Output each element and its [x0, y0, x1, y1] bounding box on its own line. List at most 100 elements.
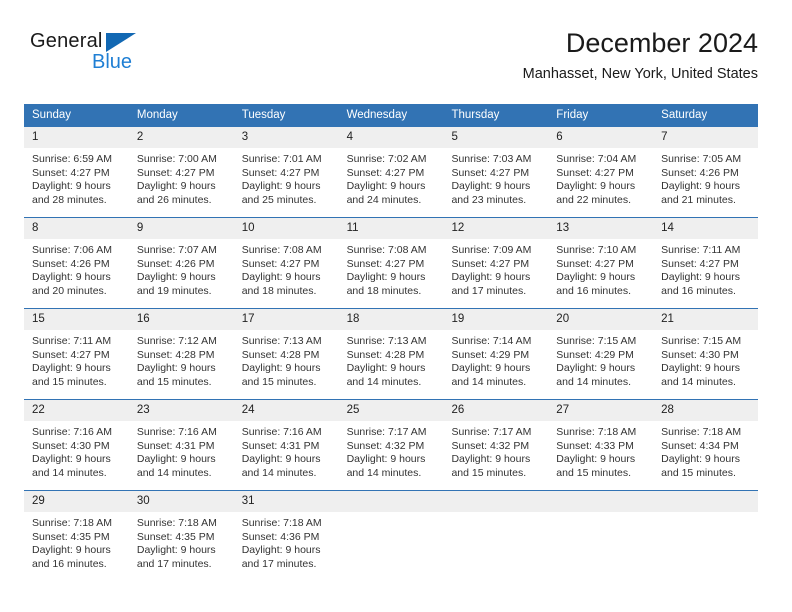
day-sunrise-text: Sunrise: 7:08 AM	[346, 244, 427, 256]
day-cell[interactable]: Sunrise: 7:18 AM Sunset: 4:34 PM Daylight:…	[653, 421, 758, 490]
day-daylight1-text: Daylight: 9 hours	[136, 271, 216, 284]
day-cell[interactable]: Sunrise: 7:18 AM Sunset: 4:35 PM Daylight:…	[129, 512, 234, 581]
day-cell[interactable]: Sunrise: 7:11 AM Sunset: 4:27 PM Daylight:…	[653, 239, 758, 308]
brand-logo[interactable]: General Blue	[30, 30, 230, 86]
day-cell[interactable]: Sunrise: 7:09 AM Sunset: 4:27 PM Daylight:…	[443, 239, 548, 308]
day-daylight2-text: and 16 minutes.	[32, 557, 107, 570]
day-number[interactable]: 23	[129, 400, 234, 421]
day-cell[interactable]: Sunrise: 7:18 AM Sunset: 4:33 PM Daylight:…	[548, 421, 653, 490]
day-number[interactable]: 11	[339, 218, 444, 239]
day-number[interactable]: 4	[339, 127, 444, 148]
day-number[interactable]: 10	[234, 218, 339, 239]
day-number[interactable]: 24	[234, 400, 339, 421]
day-number[interactable]: 19	[443, 309, 548, 330]
day-number[interactable]: 15	[24, 309, 129, 330]
day-daylight1-text: Daylight: 9 hours	[451, 180, 531, 193]
day-number-row: 8 9 10 11 12 13 14	[24, 218, 758, 239]
day-sunrise-text: Sunrise: 7:11 AM	[661, 244, 741, 256]
day-number[interactable]: 12	[443, 218, 548, 239]
day-cell[interactable]: Sunrise: 7:15 AM Sunset: 4:30 PM Daylight:…	[653, 330, 758, 399]
day-cell[interactable]: Sunrise: 7:17 AM Sunset: 4:32 PM Daylight:…	[443, 421, 548, 490]
day-sunrise-text: Sunrise: 7:08 AM	[241, 244, 322, 256]
day-number[interactable]: 2	[129, 127, 234, 148]
day-cell[interactable]: Sunrise: 7:12 AM Sunset: 4:28 PM Daylight:…	[129, 330, 234, 399]
day-number[interactable]: 22	[24, 400, 129, 421]
day-sunset-text: Sunset: 4:26 PM	[136, 257, 215, 270]
day-daylight2-text: and 22 minutes.	[556, 193, 632, 206]
day-sunset-text: Sunset: 4:27 PM	[451, 257, 530, 270]
day-number[interactable]: 8	[24, 218, 129, 239]
day-cell[interactable]: Sunrise: 7:15 AM Sunset: 4:29 PM Daylight:…	[548, 330, 653, 399]
day-cell[interactable]: Sunrise: 7:08 AM Sunset: 4:27 PM Daylight:…	[234, 239, 339, 308]
day-cell[interactable]: Sunrise: 6:59 AM Sunset: 4:27 PM Daylight:…	[24, 148, 129, 217]
day-sunrise-text: Sunrise: 7:07 AM	[136, 244, 217, 256]
day-number[interactable]: 13	[548, 218, 653, 239]
day-cell[interactable]: Sunrise: 7:14 AM Sunset: 4:29 PM Daylight:…	[443, 330, 548, 399]
day-cell[interactable]: Sunrise: 7:16 AM Sunset: 4:31 PM Daylight:…	[129, 421, 234, 490]
day-daylight1-text: Daylight: 9 hours	[241, 271, 321, 284]
day-sunrise-text: Sunrise: 7:14 AM	[451, 335, 532, 347]
day-cell[interactable]: Sunrise: 7:00 AM Sunset: 4:27 PM Daylight:…	[129, 148, 234, 217]
day-daylight2-text: and 14 minutes.	[451, 375, 527, 388]
day-sunset-text: Sunset: 4:27 PM	[32, 348, 110, 361]
day-number[interactable]: 29	[24, 491, 129, 512]
day-number[interactable]: 31	[234, 491, 339, 512]
day-daylight1-text: Daylight: 9 hours	[661, 180, 740, 193]
day-sunset-text: Sunset: 4:29 PM	[556, 348, 634, 361]
page-subtitle: Manhasset, New York, United States	[522, 66, 758, 82]
day-cell[interactable]: Sunrise: 7:10 AM Sunset: 4:27 PM Daylight:…	[548, 239, 653, 308]
day-sunset-text: Sunset: 4:27 PM	[556, 257, 634, 270]
day-sunrise-text: Sunrise: 7:18 AM	[661, 426, 742, 438]
day-cell[interactable]: Sunrise: 7:08 AM Sunset: 4:27 PM Daylight:…	[339, 239, 444, 308]
day-daylight1-text: Daylight: 9 hours	[136, 180, 216, 193]
day-cell[interactable]: Sunrise: 7:02 AM Sunset: 4:27 PM Daylight:…	[339, 148, 444, 217]
day-number[interactable]: 7	[653, 127, 758, 148]
day-sunset-text: Sunset: 4:26 PM	[32, 257, 110, 270]
day-cell[interactable]: Sunrise: 7:13 AM Sunset: 4:28 PM Daylight:…	[234, 330, 339, 399]
day-number[interactable]: 21	[653, 309, 758, 330]
day-sunset-text: Sunset: 4:31 PM	[136, 439, 215, 452]
day-sunset-text: Sunset: 4:27 PM	[241, 166, 320, 179]
day-number[interactable]: 6	[548, 127, 653, 148]
day-cell[interactable]: Sunrise: 7:05 AM Sunset: 4:26 PM Daylight:…	[653, 148, 758, 217]
day-cell[interactable]: Sunrise: 7:18 AM Sunset: 4:36 PM Daylight:…	[234, 512, 339, 581]
day-daylight1-text: Daylight: 9 hours	[32, 362, 111, 375]
day-number[interactable]: 27	[548, 400, 653, 421]
day-daylight2-text: and 15 minutes.	[556, 466, 632, 479]
day-number[interactable]: 3	[234, 127, 339, 148]
day-daylight2-text: and 16 minutes.	[556, 284, 632, 297]
day-cell[interactable]: Sunrise: 7:04 AM Sunset: 4:27 PM Daylight:…	[548, 148, 653, 217]
day-daylight2-text: and 28 minutes.	[32, 193, 107, 206]
day-cell[interactable]: Sunrise: 7:11 AM Sunset: 4:27 PM Daylight:…	[24, 330, 129, 399]
day-cell[interactable]: Sunrise: 7:16 AM Sunset: 4:30 PM Daylight:…	[24, 421, 129, 490]
day-daylight1-text: Daylight: 9 hours	[32, 271, 111, 284]
day-number[interactable]: 17	[234, 309, 339, 330]
day-cell[interactable]: Sunrise: 7:01 AM Sunset: 4:27 PM Daylight:…	[234, 148, 339, 217]
calendar-grid: Sunday Monday Tuesday Wednesday Thursday Frid…	[24, 104, 758, 581]
day-cell[interactable]: Sunrise: 7:13 AM Sunset: 4:28 PM Daylight:…	[339, 330, 444, 399]
day-number[interactable]: 16	[129, 309, 234, 330]
day-number[interactable]: 5	[443, 127, 548, 148]
day-number	[548, 491, 653, 512]
day-number[interactable]: 1	[24, 127, 129, 148]
day-sunset-text: Sunset: 4:28 PM	[346, 348, 425, 361]
day-sunrise-text: Sunrise: 7:16 AM	[32, 426, 112, 438]
day-number[interactable]: 28	[653, 400, 758, 421]
day-detail-row: Sunrise: 7:06 AM Sunset: 4:26 PM Daylight:…	[24, 239, 758, 308]
day-number[interactable]: 14	[653, 218, 758, 239]
day-number[interactable]: 18	[339, 309, 444, 330]
day-number[interactable]: 9	[129, 218, 234, 239]
day-cell[interactable]: Sunrise: 7:16 AM Sunset: 4:31 PM Daylight:…	[234, 421, 339, 490]
day-number[interactable]: 25	[339, 400, 444, 421]
day-cell[interactable]: Sunrise: 7:17 AM Sunset: 4:32 PM Daylight:…	[339, 421, 444, 490]
day-cell[interactable]: Sunrise: 7:03 AM Sunset: 4:27 PM Daylight:…	[443, 148, 548, 217]
day-number[interactable]: 26	[443, 400, 548, 421]
day-cell[interactable]: Sunrise: 7:18 AM Sunset: 4:35 PM Daylight:…	[24, 512, 129, 581]
day-sunrise-text: Sunrise: 7:16 AM	[136, 426, 217, 438]
day-daylight2-text: and 18 minutes.	[346, 284, 422, 297]
day-cell[interactable]: Sunrise: 7:06 AM Sunset: 4:26 PM Daylight:…	[24, 239, 129, 308]
day-number[interactable]: 20	[548, 309, 653, 330]
day-number[interactable]: 30	[129, 491, 234, 512]
day-daylight2-text: and 17 minutes.	[136, 557, 212, 570]
day-cell[interactable]: Sunrise: 7:07 AM Sunset: 4:26 PM Daylight:…	[129, 239, 234, 308]
